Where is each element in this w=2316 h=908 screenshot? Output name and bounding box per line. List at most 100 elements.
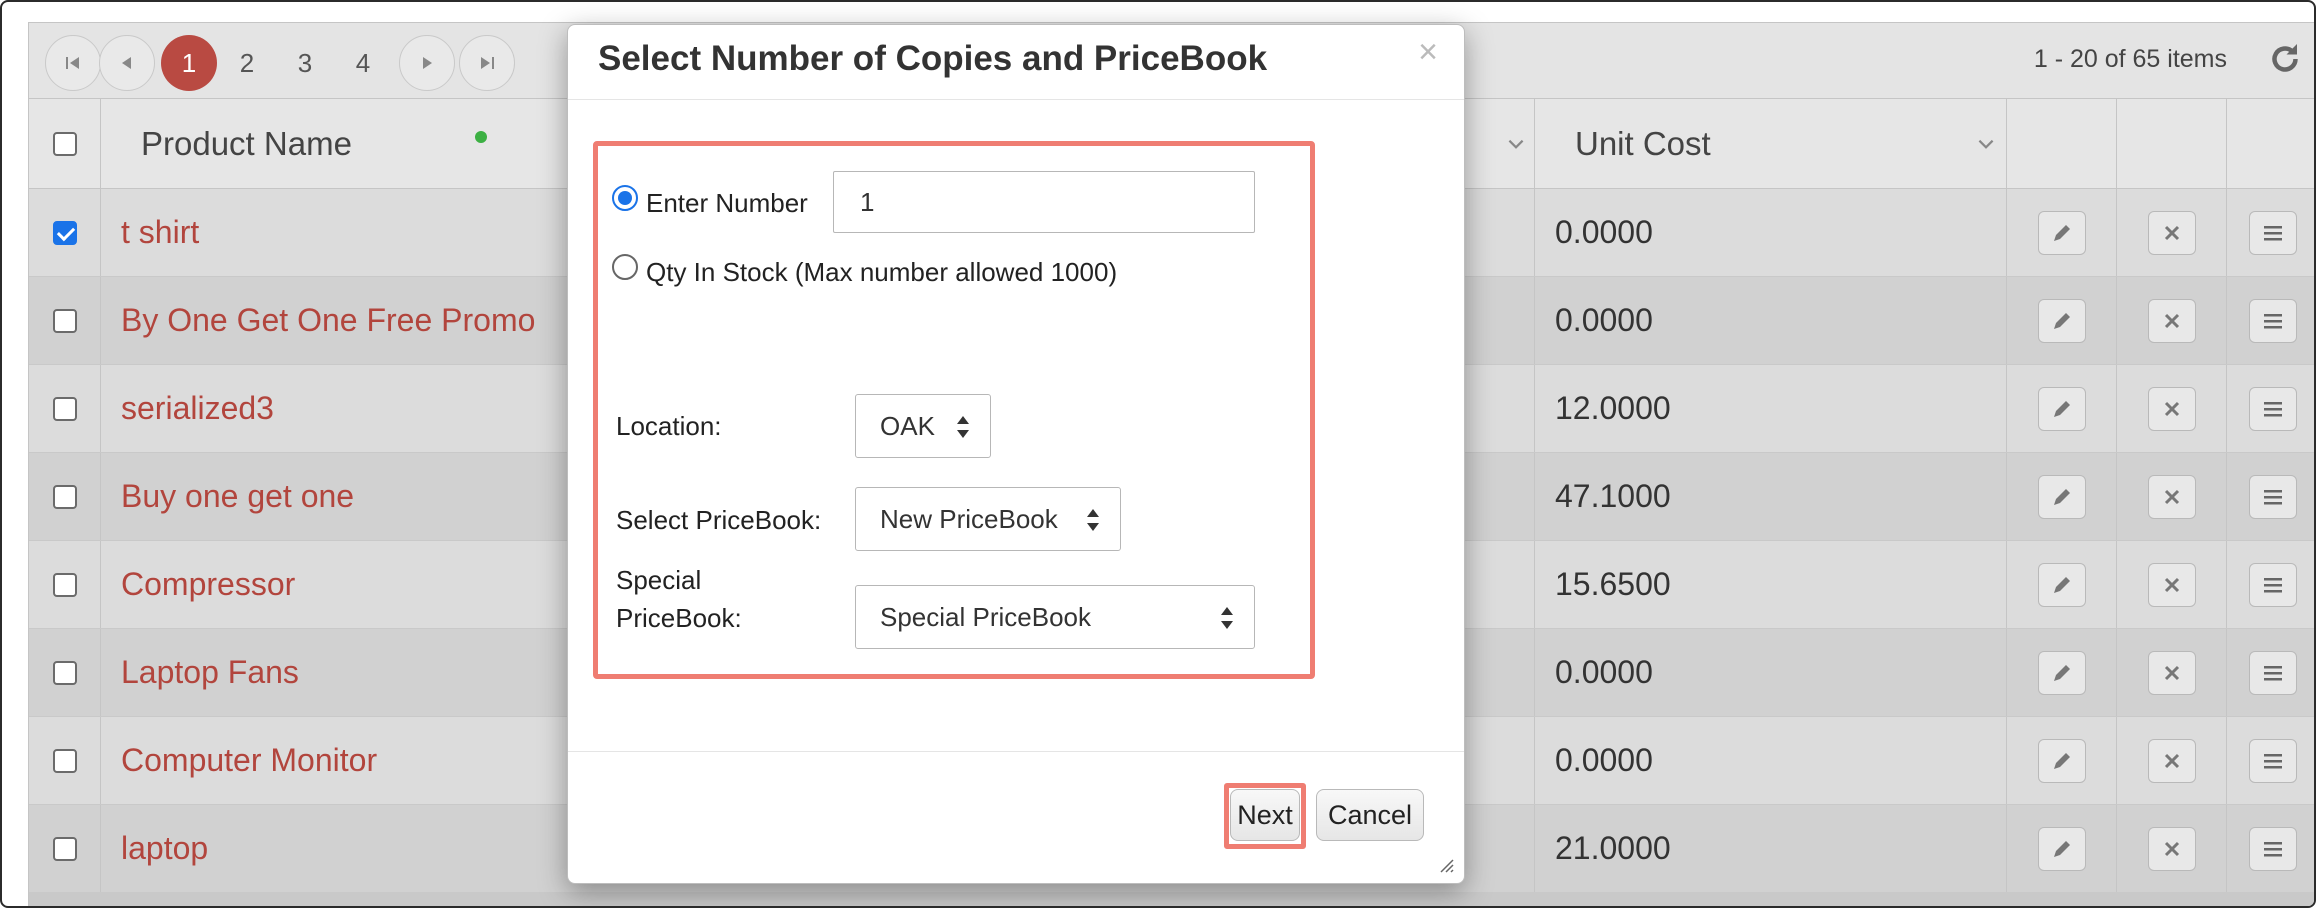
special-pricebook-select[interactable]: Special PriceBook [855,585,1255,649]
resize-grip-icon[interactable] [1438,857,1454,873]
pricebook-select[interactable]: New PriceBook [855,487,1121,551]
qty-in-stock-label: Qty In Stock (Max number allowed 1000) [646,257,1118,287]
first-page-button[interactable] [45,35,101,91]
pricebook-label: Select PriceBook: [616,505,822,535]
menu-cell [2227,805,2314,892]
unit-cost-value: 21.0000 [1555,830,1671,866]
chevron-down-icon[interactable] [1505,133,1527,155]
page-2-button[interactable]: 2 [219,35,275,91]
delete-button[interactable] [2147,474,2196,519]
page-4-button[interactable]: 4 [335,35,391,91]
row-menu-button[interactable] [2249,210,2297,255]
cancel-button[interactable]: Cancel [1316,789,1424,841]
close-icon [2164,401,2179,416]
page-number: 4 [355,47,371,78]
row-menu-button[interactable] [2249,650,2297,695]
enter-number-radio[interactable] [612,185,638,211]
refresh-icon[interactable] [2267,41,2303,77]
delete-button[interactable] [2147,826,2196,871]
qty-in-stock-radio[interactable] [612,254,638,280]
close-icon [2164,577,2179,592]
page-1-button[interactable]: 1 [161,35,217,91]
product-name-link[interactable]: serialized3 [121,390,274,427]
edit-button[interactable] [2037,650,2086,695]
next-button[interactable]: Next [1230,789,1300,841]
close-icon [2164,665,2179,680]
hamburger-menu-icon [2264,577,2282,592]
delete-column-header [2117,99,2227,188]
edit-column-header [2007,99,2117,188]
edit-button[interactable] [2037,562,2086,607]
edit-cell [2007,805,2117,892]
pencil-icon [2053,840,2070,857]
menu-cell [2227,277,2314,364]
row-select-cell [29,189,101,276]
edit-button[interactable] [2037,386,2086,431]
row-checkbox[interactable] [52,836,77,861]
row-checkbox[interactable] [52,220,77,245]
select-all-checkbox[interactable] [52,131,77,156]
prev-page-icon [122,57,131,69]
product-name-link[interactable]: By One Get One Free Promo [121,302,535,339]
product-name-header-label: Product Name [141,124,352,162]
pencil-icon [2053,400,2070,417]
unit-cost-header[interactable]: Unit Cost [1535,99,2007,188]
delete-button[interactable] [2147,210,2196,255]
product-name-link[interactable]: Buy one get one [121,478,354,515]
last-page-icon [481,57,494,69]
row-menu-button[interactable] [2249,386,2297,431]
select-all-cell [29,99,101,188]
delete-button[interactable] [2147,298,2196,343]
edit-button[interactable] [2037,474,2086,519]
pencil-icon [2053,312,2070,329]
location-label: Location: [616,411,722,441]
row-checkbox[interactable] [52,660,77,685]
unit-cost-cell: 15.6500 [1535,541,2007,628]
page-3-button[interactable]: 3 [277,35,333,91]
number-of-copies-input[interactable]: 1 [833,171,1255,233]
row-menu-button[interactable] [2249,298,2297,343]
screen-frame: 1 2 3 4 1 - 20 of 65 items Product Name [0,0,2316,908]
edit-button[interactable] [2037,298,2086,343]
next-page-button[interactable] [399,35,455,91]
row-checkbox[interactable] [52,308,77,333]
row-checkbox[interactable] [52,484,77,509]
delete-button[interactable] [2147,562,2196,607]
edit-button[interactable] [2037,210,2086,255]
delete-cell [2117,189,2227,276]
row-menu-button[interactable] [2249,474,2297,519]
product-name-link[interactable]: laptop [121,830,208,867]
product-name-link[interactable]: t shirt [121,214,199,251]
row-select-cell [29,365,101,452]
delete-button[interactable] [2147,738,2196,783]
last-page-button[interactable] [459,35,515,91]
delete-cell [2117,453,2227,540]
product-name-link[interactable]: Computer Monitor [121,742,377,779]
row-menu-button[interactable] [2249,738,2297,783]
row-menu-button[interactable] [2249,826,2297,871]
pager-info: 1 - 20 of 65 items [2033,45,2227,73]
location-select[interactable]: OAK [855,394,991,458]
product-name-link[interactable]: Compressor [121,566,295,603]
edit-button[interactable] [2037,738,2086,783]
menu-cell [2227,541,2314,628]
close-icon [2164,753,2179,768]
unit-cost-value: 12.0000 [1555,390,1671,426]
product-name-link[interactable]: Laptop Fans [121,654,299,691]
row-select-cell [29,805,101,892]
chevron-down-icon[interactable] [1975,133,1997,155]
row-menu-button[interactable] [2249,562,2297,607]
pencil-icon [2053,576,2070,593]
close-icon[interactable]: × [1418,33,1438,72]
prev-page-button[interactable] [99,35,155,91]
row-checkbox[interactable] [52,396,77,421]
row-checkbox[interactable] [52,748,77,773]
close-icon [2164,841,2179,856]
delete-button[interactable] [2147,386,2196,431]
hamburger-menu-icon [2264,313,2282,328]
delete-cell [2117,277,2227,364]
row-checkbox[interactable] [52,572,77,597]
delete-button[interactable] [2147,650,2196,695]
edit-button[interactable] [2037,826,2086,871]
unit-cost-header-label: Unit Cost [1575,124,1711,162]
